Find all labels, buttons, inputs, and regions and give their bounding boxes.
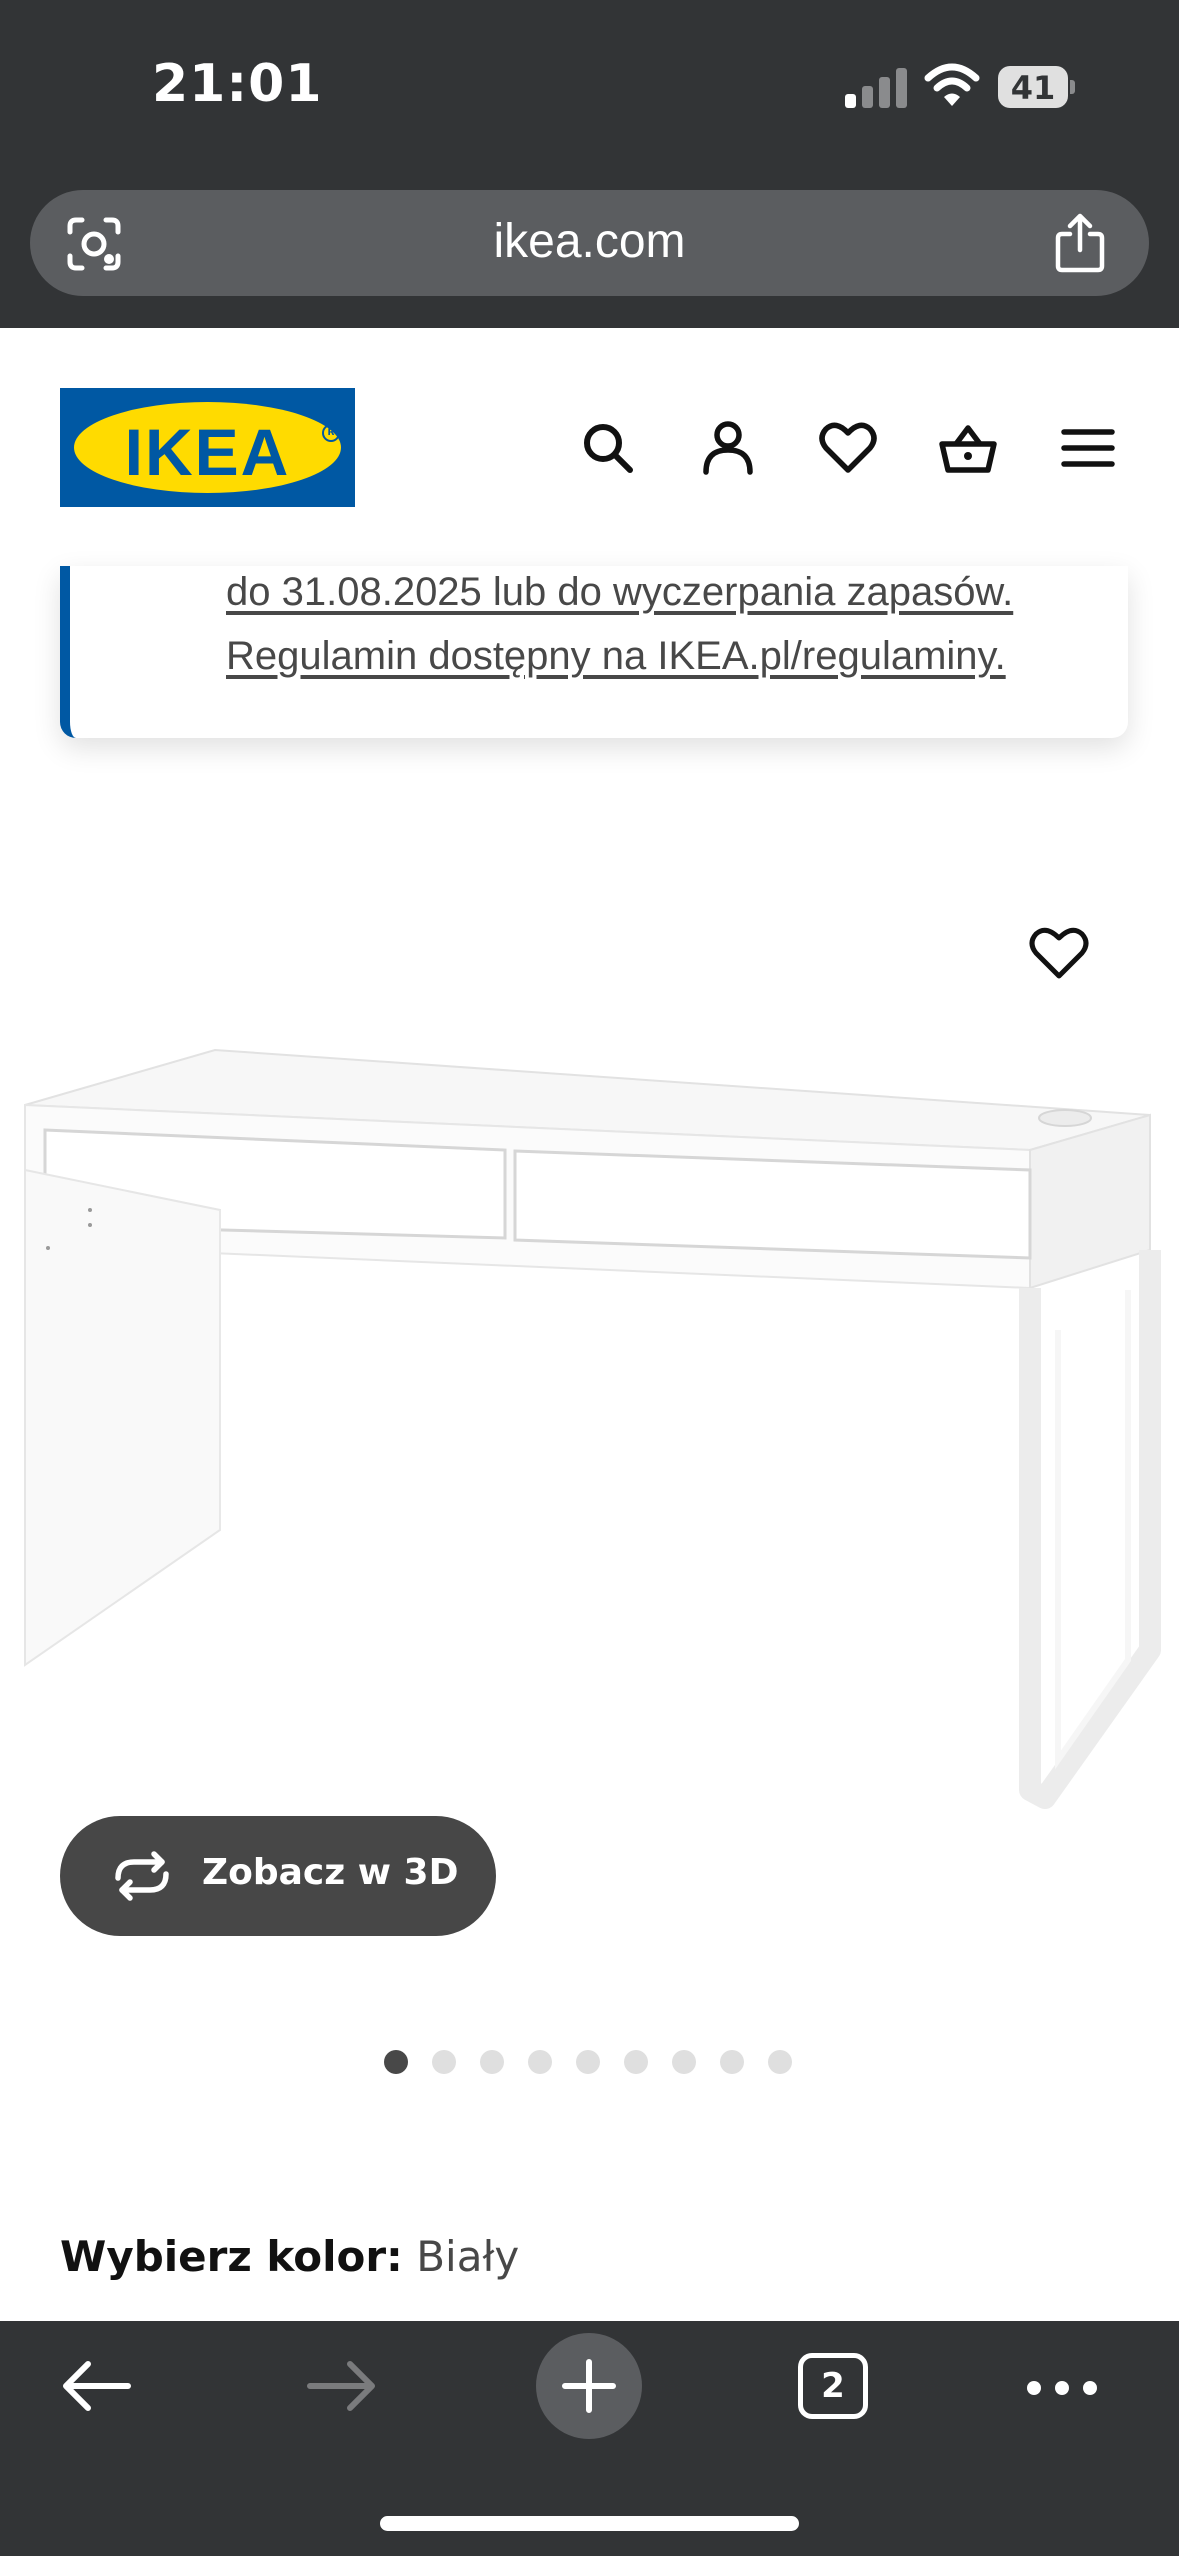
more-options-icon[interactable] <box>1024 2376 1100 2400</box>
back-arrow-icon[interactable] <box>58 2356 134 2416</box>
share-icon[interactable] <box>1050 212 1110 274</box>
gallery-dot-6[interactable] <box>624 2050 648 2074</box>
color-selector-label: Wybierz kolor: <box>60 2232 403 2281</box>
logo-text: IKEA <box>124 415 291 489</box>
gallery-dot-7[interactable] <box>672 2050 696 2074</box>
promo-text-line-1[interactable]: do 31.08.2025 lub do wyczerpania zapasów… <box>226 570 1013 615</box>
search-icon[interactable] <box>578 418 638 478</box>
color-selector-value: Biały <box>416 2232 520 2281</box>
product-favorite-heart-icon[interactable] <box>1028 922 1090 984</box>
rotate-3d-icon <box>115 1851 169 1901</box>
promo-notice: do 31.08.2025 lub do wyczerpania zapasów… <box>60 566 1128 738</box>
browser-chrome: 21:01 41 ikea.com <box>0 0 1179 328</box>
menu-hamburger-icon[interactable] <box>1058 418 1118 478</box>
status-time: 21:01 <box>152 54 323 114</box>
account-icon[interactable] <box>698 418 758 478</box>
gallery-dot-8[interactable] <box>720 2050 744 2074</box>
home-indicator[interactable] <box>380 2516 799 2531</box>
cart-basket-icon[interactable] <box>938 418 998 478</box>
ikea-logo[interactable]: IKEA R <box>60 388 355 507</box>
gallery-dot-2[interactable] <box>432 2050 456 2074</box>
gallery-dot-9[interactable] <box>768 2050 792 2074</box>
forward-arrow-icon[interactable] <box>304 2356 380 2416</box>
tab-switcher-button[interactable]: 2 <box>798 2353 868 2419</box>
wifi-icon <box>924 63 980 106</box>
view-in-3d-button[interactable]: Zobacz w 3D <box>60 1816 496 1936</box>
new-tab-button[interactable] <box>536 2333 642 2439</box>
gallery-dot-4[interactable] <box>528 2050 552 2074</box>
product-image-desk[interactable] <box>0 1030 1179 1820</box>
gallery-dot-3[interactable] <box>480 2050 504 2074</box>
gallery-dot-1[interactable] <box>384 2050 408 2074</box>
color-selector[interactable]: Wybierz kolor: Biały <box>60 2232 519 2281</box>
battery-icon: 41 <box>998 66 1075 108</box>
gallery-dot-5[interactable] <box>576 2050 600 2074</box>
plus-icon <box>562 2359 616 2413</box>
site-header: IKEA R <box>0 328 1179 566</box>
promo-text-line-2[interactable]: Regulamin dostępny na IKEA.pl/regulaminy… <box>226 634 1006 679</box>
view-in-3d-label: Zobacz w 3D <box>202 1852 459 1893</box>
url-text[interactable]: ikea.com <box>30 214 1149 269</box>
wishlist-heart-icon[interactable] <box>818 418 878 478</box>
address-bar[interactable]: ikea.com <box>30 190 1149 296</box>
battery-level: 41 <box>1010 69 1056 107</box>
cellular-signal-icon <box>845 66 909 108</box>
tab-count: 2 <box>821 2366 845 2406</box>
